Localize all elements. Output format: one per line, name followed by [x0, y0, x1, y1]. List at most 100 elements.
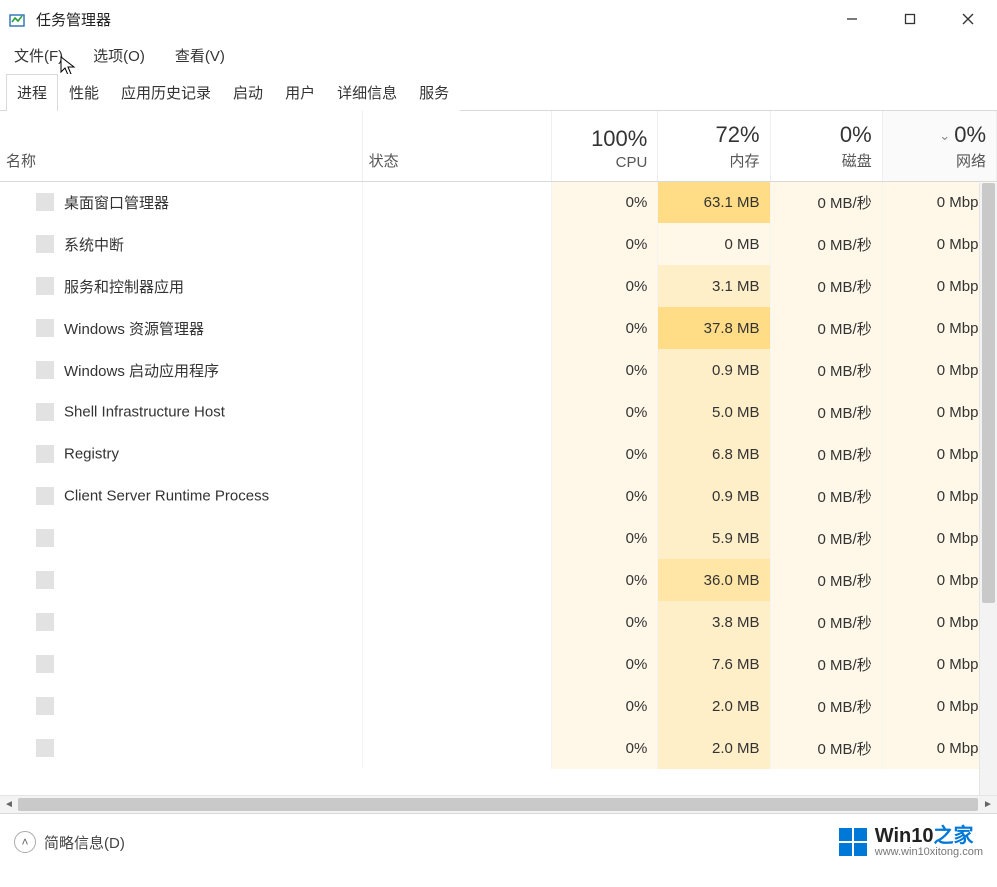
minimize-button[interactable] [823, 0, 881, 38]
process-status-cell [362, 307, 552, 349]
memory-usage-percent: 72% [664, 122, 759, 148]
column-label-disk: 磁盘 [777, 150, 872, 171]
watermark: Win10之家 www.win10xitong.com [839, 826, 983, 859]
process-status-cell [362, 559, 552, 601]
fewer-details-label: 简略信息(D) [44, 832, 125, 853]
table-row[interactable]: 桌面窗口管理器0%63.1 MB0 MB/秒0 Mbps [0, 181, 997, 223]
process-status-cell [362, 223, 552, 265]
table-row[interactable]: Shell Infrastructure Host0%5.0 MB0 MB/秒0… [0, 391, 997, 433]
process-status-cell [362, 727, 552, 769]
tab-startup[interactable]: 启动 [222, 74, 274, 111]
table-row[interactable]: 0%2.0 MB0 MB/秒0 Mbps [0, 727, 997, 769]
table-row[interactable]: 0%36.0 MB0 MB/秒0 Mbps [0, 559, 997, 601]
process-disk-cell: 0 MB/秒 [770, 433, 882, 475]
process-icon [36, 361, 54, 379]
process-memory-cell: 36.0 MB [658, 559, 770, 601]
process-memory-cell: 0 MB [658, 223, 770, 265]
process-disk-cell: 0 MB/秒 [770, 643, 882, 685]
column-header-network[interactable]: ⌄0% 网络 [882, 111, 996, 181]
menu-view[interactable]: 查看(V) [171, 42, 229, 69]
tab-details[interactable]: 详细信息 [326, 74, 408, 111]
scroll-right-arrow-icon[interactable]: ► [979, 796, 997, 814]
scroll-left-arrow-icon[interactable]: ◄ [0, 796, 18, 814]
close-button[interactable] [939, 0, 997, 38]
table-row[interactable]: Client Server Runtime Process0%0.9 MB0 M… [0, 475, 997, 517]
process-disk-cell: 0 MB/秒 [770, 727, 882, 769]
process-icon [36, 613, 54, 631]
process-name: Windows 启动应用程序 [64, 363, 219, 380]
process-cpu-cell: 0% [552, 349, 658, 391]
bottom-bar: ˄ 简略信息(D) Win10之家 www.win10xitong.com [0, 814, 997, 870]
chevron-up-icon: ˄ [14, 831, 36, 853]
tab-app-history[interactable]: 应用历史记录 [110, 74, 222, 111]
process-name-cell [0, 601, 362, 643]
column-header-disk[interactable]: 0% 磁盘 [770, 111, 882, 181]
column-label-cpu: CPU [558, 154, 647, 171]
process-cpu-cell: 0% [552, 517, 658, 559]
vertical-scroll-thumb[interactable] [982, 183, 995, 603]
vertical-scrollbar[interactable] [979, 183, 997, 795]
process-icon [36, 655, 54, 673]
column-header-memory[interactable]: 72% 内存 [658, 111, 770, 181]
tab-performance[interactable]: 性能 [58, 74, 110, 111]
column-header-name[interactable]: 名称 [0, 111, 362, 181]
fewer-details-button[interactable]: ˄ 简略信息(D) [14, 831, 125, 853]
process-name-cell [0, 685, 362, 727]
process-status-cell [362, 601, 552, 643]
app-icon [8, 9, 28, 29]
column-label-status: 状态 [369, 150, 542, 171]
process-status-cell [362, 685, 552, 727]
process-memory-cell: 0.9 MB [658, 349, 770, 391]
process-cpu-cell: 0% [552, 265, 658, 307]
network-usage-percent: 0% [954, 122, 986, 147]
process-name-cell [0, 517, 362, 559]
tab-services[interactable]: 服务 [408, 74, 460, 111]
process-name-cell: Registry [0, 433, 362, 475]
table-row[interactable]: 0%3.8 MB0 MB/秒0 Mbps [0, 601, 997, 643]
column-header-cpu[interactable]: 100% CPU [552, 111, 658, 181]
process-memory-cell: 37.8 MB [658, 307, 770, 349]
chevron-down-icon: ⌄ [939, 128, 950, 143]
table-row[interactable]: 系统中断0%0 MB0 MB/秒0 Mbps [0, 223, 997, 265]
process-status-cell [362, 475, 552, 517]
process-name-cell: Windows 资源管理器 [0, 307, 362, 349]
cpu-usage-percent: 100% [558, 126, 647, 152]
menu-file[interactable]: 文件(F) [10, 42, 67, 69]
table-row[interactable]: Windows 启动应用程序0%0.9 MB0 MB/秒0 Mbps [0, 349, 997, 391]
column-header-status[interactable]: 状态 [362, 111, 552, 181]
horizontal-scrollbar[interactable]: ◄ ► [0, 795, 997, 813]
process-disk-cell: 0 MB/秒 [770, 349, 882, 391]
process-cpu-cell: 0% [552, 475, 658, 517]
process-memory-cell: 3.8 MB [658, 601, 770, 643]
process-disk-cell: 0 MB/秒 [770, 475, 882, 517]
table-row[interactable]: 0%2.0 MB0 MB/秒0 Mbps [0, 685, 997, 727]
process-table-wrap: 名称 状态 100% CPU 72% 内存 0% 磁盘 ⌄0 [0, 111, 997, 795]
process-status-cell [362, 181, 552, 223]
process-name-cell [0, 727, 362, 769]
process-disk-cell: 0 MB/秒 [770, 559, 882, 601]
process-memory-cell: 6.8 MB [658, 433, 770, 475]
table-row[interactable]: Registry0%6.8 MB0 MB/秒0 Mbps [0, 433, 997, 475]
process-icon [36, 319, 54, 337]
process-status-cell [362, 643, 552, 685]
process-status-cell [362, 433, 552, 475]
process-name-cell [0, 643, 362, 685]
table-row[interactable]: 服务和控制器应用0%3.1 MB0 MB/秒0 Mbps [0, 265, 997, 307]
maximize-button[interactable] [881, 0, 939, 38]
tab-processes[interactable]: 进程 [6, 74, 58, 111]
process-icon [36, 235, 54, 253]
tab-users[interactable]: 用户 [274, 74, 326, 111]
process-name: 系统中断 [64, 237, 124, 254]
table-row[interactable]: Windows 资源管理器0%37.8 MB0 MB/秒0 Mbps [0, 307, 997, 349]
process-disk-cell: 0 MB/秒 [770, 307, 882, 349]
process-status-cell [362, 349, 552, 391]
process-name: Client Server Runtime Process [64, 488, 269, 505]
menu-options[interactable]: 选项(O) [89, 42, 149, 69]
table-row[interactable]: 0%7.6 MB0 MB/秒0 Mbps [0, 643, 997, 685]
process-cpu-cell: 0% [552, 181, 658, 223]
windows-logo-icon [839, 828, 867, 856]
process-name-cell: 服务和控制器应用 [0, 265, 362, 307]
table-row[interactable]: 0%5.9 MB0 MB/秒0 Mbps [0, 517, 997, 559]
watermark-url: www.win10xitong.com [875, 847, 983, 859]
horizontal-scroll-thumb[interactable] [18, 798, 978, 811]
